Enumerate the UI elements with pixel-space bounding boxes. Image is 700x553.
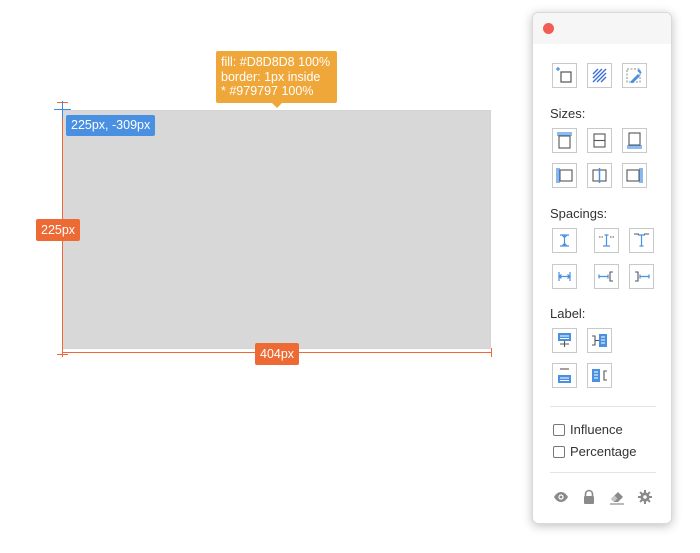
tooltip-arrow [272,103,282,108]
label-right-icon [590,331,609,350]
size-center-icon [590,166,609,185]
spacing-vertical-button[interactable] [552,228,577,253]
spacing-vertical-icon [555,231,574,250]
create-overlay-button[interactable] [552,63,577,88]
size-middle-icon [590,131,609,150]
size-left-icon [555,166,574,185]
tooltip-border-color-text: * #979797 100% [221,84,314,99]
label-bottom-button[interactable] [552,363,577,388]
label-bottom-icon [555,366,574,385]
spacing-left-icon [597,267,616,286]
spacings-heading: Spacings: [550,206,608,221]
spacing-right-button[interactable] [629,264,654,289]
eyedropper-icon [625,66,644,85]
size-left-button[interactable] [552,163,577,188]
spacing-left-button[interactable] [594,264,619,289]
percentage-label: Percentage [570,444,637,459]
percentage-checkbox[interactable] [553,445,565,458]
size-middle-button[interactable] [587,128,612,153]
gear-icon[interactable] [637,489,653,505]
influence-checkbox[interactable] [553,423,565,436]
label-left-icon [590,366,609,385]
width-measure-tick-right [491,348,492,357]
spacing-right-icon [632,267,651,286]
tooltip-border-text: border: 1px inside [221,69,321,84]
spacing-top-icon [597,231,616,250]
spacing-horizontal-icon [555,267,574,286]
size-top-button[interactable] [552,128,577,153]
width-measure-tick-left [62,348,63,357]
label-left-button[interactable] [587,363,612,388]
position-label: 225px, -309px [66,115,156,136]
sizes-heading: Sizes: [550,106,586,121]
size-right-icon [625,166,644,185]
lock-icon[interactable] [581,489,597,505]
panel-divider [550,472,656,473]
hatch-fill-button[interactable] [587,63,612,88]
spacing-bottom-icon [632,231,651,250]
panel-divider [550,406,656,407]
overlay-icon [555,66,574,85]
spacing-top-button[interactable] [594,228,619,253]
spacing-horizontal-button[interactable] [552,264,577,289]
size-right-button[interactable] [622,163,647,188]
label-top-icon [555,331,574,350]
style-tooltip: fill: #D8D8D8 100% border: 1px inside * … [216,51,337,103]
hatch-icon [590,66,609,85]
color-picker-button[interactable] [622,63,647,88]
label-top-button[interactable] [552,328,577,353]
spacing-bottom-button[interactable] [629,228,654,253]
eye-icon[interactable] [553,489,569,505]
selected-rectangle[interactable] [62,110,491,349]
size-center-button[interactable] [587,163,612,188]
size-bottom-button[interactable] [622,128,647,153]
height-label: 225px [36,219,81,241]
label-right-button[interactable] [587,328,612,353]
size-bottom-icon [625,131,644,150]
influence-option[interactable]: Influence [553,422,623,437]
size-top-icon [555,131,574,150]
measure-panel: Sizes: Spacings: Label: Influence Percen… [532,12,672,524]
width-label: 404px [255,343,300,365]
origin-crosshair-vertical [62,101,63,118]
panel-title-bar[interactable] [533,13,671,44]
tooltip-fill-text: fill: #D8D8D8 100% [221,55,331,69]
eraser-icon[interactable] [609,489,625,505]
label-heading: Label: [550,306,586,321]
close-button[interactable] [543,23,554,34]
percentage-option[interactable]: Percentage [553,444,637,459]
influence-label: Influence [570,422,623,437]
